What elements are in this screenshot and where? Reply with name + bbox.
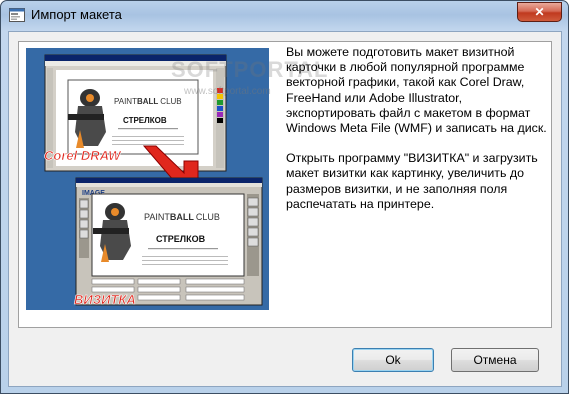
ok-button[interactable]: Ok <box>352 348 434 372</box>
watermark-url: www.softportal.com <box>184 86 271 97</box>
window-title: Импорт макета <box>31 7 122 22</box>
corel-card-name: СТРЕЛКОВ <box>123 116 167 125</box>
vizitka-card-name: СТРЕЛКОВ <box>156 234 206 244</box>
description-text: Вы можете подготовить макет визитной кар… <box>286 45 548 227</box>
close-icon: ✕ <box>534 5 545 19</box>
cancel-button[interactable]: Отмена <box>451 348 539 372</box>
title-bar[interactable]: Импорт макета ✕ <box>1 1 568 31</box>
corel-card-brand: PAINTBALL CLUB <box>114 97 182 106</box>
content-panel: PAINTBALL CLUB СТРЕЛКОВ Corel DRAW PAINT… <box>18 41 552 328</box>
corel-draw-label: Corel DRAW <box>44 148 122 163</box>
dialog-client-area: PAINTBALL CLUB СТРЕЛКОВ Corel DRAW PAINT… <box>8 31 562 387</box>
vizitka-card-brand: PAINTBALL CLUB <box>144 212 220 222</box>
description-paragraph-2: Открыть программу "ВИЗИТКА" и загрузить … <box>286 151 538 211</box>
vizitka-label: ВИЗИТКА <box>74 292 136 307</box>
window-app-icon <box>9 8 25 22</box>
import-layout-dialog: Импорт макета ✕ PAINTBALL CLUB СТРЕЛКОВ … <box>0 0 569 394</box>
description-paragraph-1: Вы можете подготовить макет визитной кар… <box>286 45 547 136</box>
close-button[interactable]: ✕ <box>517 2 562 22</box>
